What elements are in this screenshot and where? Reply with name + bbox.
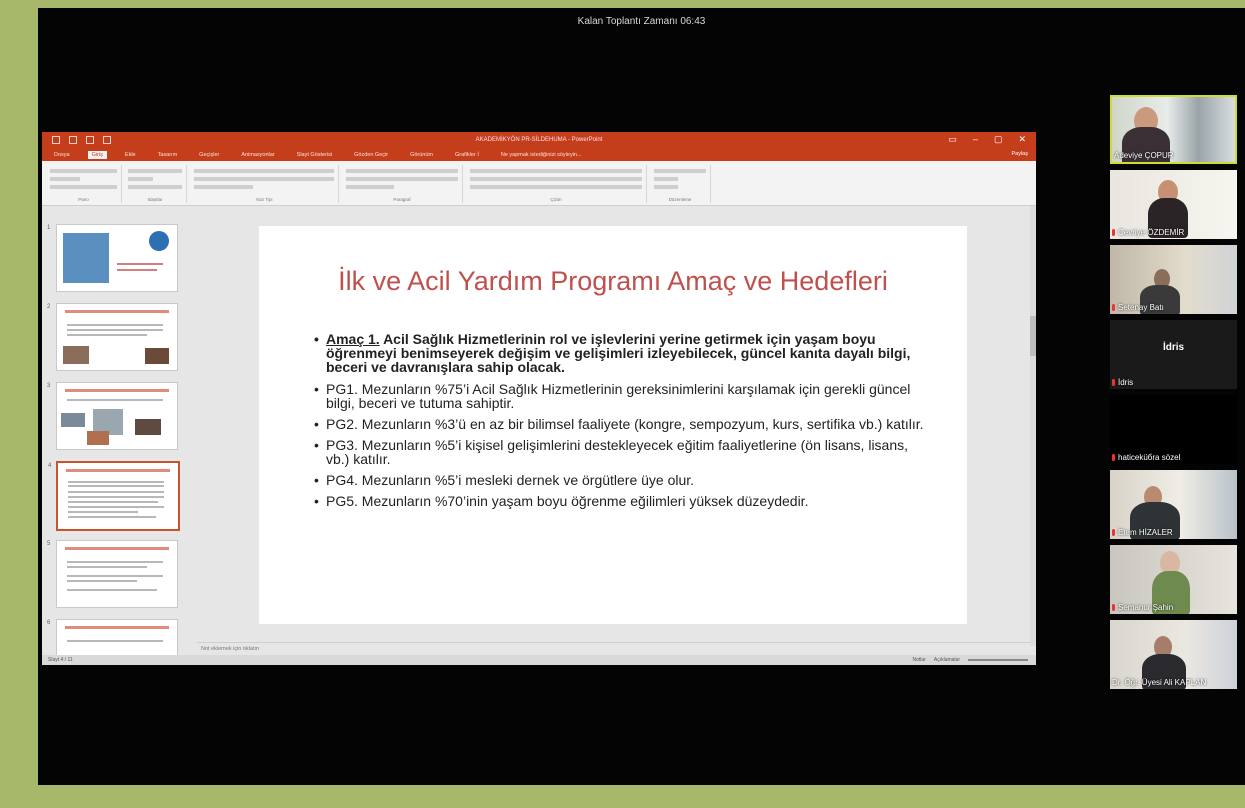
scrollbar-thumb[interactable]	[1030, 316, 1036, 356]
participant-tile[interactable]: Etem HİZALER	[1110, 470, 1237, 539]
slide-counter: Slayt 4 / 11	[48, 657, 73, 663]
status-bar: Slayt 4 / 11 Notlar Açıklamalar	[42, 655, 1036, 665]
powerpoint-window: AKADEMİKYÖN PR-SİLDEHUMA - PowerPoint ▭ …	[42, 132, 1036, 665]
ribbon-group-editing[interactable]: Düzenleme	[650, 165, 711, 203]
ribbon: Pano Slaytlar Yazı Tipi Paragraf Çizim D…	[42, 161, 1036, 206]
goal-bullet: Amaç 1. Acil Sağlık Hizmetlerinin rol ve…	[314, 332, 934, 374]
ribbon-options-icon[interactable]: ▭	[948, 134, 957, 145]
meeting-stage: Kalan Toplantı Zamanı 06:43 AKADEMİKYÖN …	[38, 8, 1245, 785]
tab-design[interactable]: Tasarım	[154, 151, 182, 159]
bullet-item: PG5. Mezunların %70’inin yaşam boyu öğre…	[314, 494, 934, 508]
tab-view[interactable]: Görünüm	[406, 151, 437, 159]
muted-mic-icon	[1112, 379, 1115, 386]
participant-name: Setenay Batı	[1112, 303, 1164, 312]
participant-tile[interactable]: haticeküбra sözel	[1110, 395, 1237, 464]
slide-title: İlk ve Acil Yardım Programı Amaç ve Hede…	[338, 266, 888, 296]
muted-mic-icon	[1112, 604, 1115, 611]
muted-mic-icon	[1112, 529, 1115, 536]
participant-name: Semanur Şahin	[1112, 603, 1173, 612]
zoom-slider[interactable]	[968, 659, 1028, 661]
participant-avatar-name: İdris	[1162, 342, 1185, 353]
ribbon-tabs: Dosya Giriş Ekle Tasarım Geçişler Animas…	[42, 149, 1036, 161]
bullet-item: PG2. Mezunların %3’ü en az bir bilimsel …	[314, 417, 934, 431]
slide-thumbnail-selected[interactable]: 4	[48, 461, 180, 531]
ppt-titlebar: AKADEMİKYÖN PR-SİLDEHUMA - PowerPoint ▭ …	[42, 132, 1036, 149]
tab-slideshow[interactable]: Slayt Gösterisi	[293, 151, 336, 159]
muted-mic-icon	[1112, 454, 1115, 461]
tab-insert[interactable]: Ekle	[121, 151, 140, 159]
notes-button[interactable]: Notlar	[913, 657, 926, 663]
minimize-icon[interactable]: –	[973, 134, 978, 145]
bullet-item: PG4. Mezunların %5’i mesleki dernek ve ö…	[314, 473, 934, 487]
participant-name: Dr. Öğr. Üyesi Ali KAPLAN	[1112, 678, 1207, 687]
participant-name: Cevriye ÖZDEMİR	[1112, 228, 1184, 237]
bullet-item: PG3. Mezunların %5’i kişisel gelişimleri…	[314, 438, 934, 466]
ribbon-group-drawing[interactable]: Çizim	[466, 165, 647, 203]
participant-name: İdris	[1112, 378, 1133, 387]
notes-pane[interactable]: Not eklemek için tıklatın	[197, 642, 1031, 656]
muted-mic-icon	[1112, 304, 1115, 311]
participant-tile[interactable]: İdris İdris	[1110, 320, 1237, 389]
tab-file[interactable]: Dosya	[50, 151, 74, 159]
participant-name: Etem HİZALER	[1112, 528, 1173, 537]
slide-thumbnail[interactable]: 5	[47, 540, 178, 608]
slide-thumbnail-pane: 1 2 3 4 5 6	[42, 206, 192, 665]
ribbon-group-slides[interactable]: Slaytlar	[124, 165, 187, 203]
muted-mic-icon	[1112, 229, 1115, 236]
ribbon-group-font[interactable]: Yazı Tipi	[190, 165, 339, 203]
participant-tile[interactable]: Setenay Batı	[1110, 245, 1237, 314]
share-button[interactable]: Paylaş	[1011, 151, 1028, 157]
participant-name: Adeviye ÇOPUR	[1114, 151, 1174, 160]
bullet-item: PG1. Mezunların %75’i Acil Sağlık Hizmet…	[314, 382, 934, 410]
meeting-time-remaining: Kalan Toplantı Zamanı 06:43	[577, 16, 706, 27]
slide-scrollbar[interactable]	[1030, 206, 1036, 646]
slide-bullet-list: Amaç 1. Acil Sağlık Hizmetlerinin rol ve…	[314, 332, 934, 515]
slide-thumbnail[interactable]: 1	[47, 224, 178, 292]
tab-home[interactable]: Giriş	[87, 151, 107, 159]
slide-thumbnail[interactable]: 3	[47, 382, 178, 450]
slide-canvas[interactable]: İlk ve Acil Yardım Programı Amaç ve Hede…	[259, 226, 967, 624]
participant-tile[interactable]: Cevriye ÖZDEMİR	[1110, 170, 1237, 239]
tab-graphics[interactable]: Grafikler İ	[451, 151, 483, 159]
participant-tile[interactable]: Dr. Öğr. Üyesi Ali KAPLAN	[1110, 620, 1237, 689]
comments-button[interactable]: Açıklamalar	[934, 657, 960, 663]
tab-review[interactable]: Gözden Geçir	[350, 151, 392, 159]
participant-tile[interactable]: Adeviye ÇOPUR	[1110, 95, 1237, 164]
tab-transitions[interactable]: Geçişler	[195, 151, 223, 159]
window-controls: ▭ – ▢ ✕	[948, 134, 1026, 145]
maximize-icon[interactable]: ▢	[994, 134, 1003, 145]
document-title: AKADEMİKYÖN PR-SİLDEHUMA - PowerPoint	[475, 137, 603, 143]
participant-tile[interactable]: Semanur Şahin	[1110, 545, 1237, 614]
slide-thumbnail[interactable]: 2	[47, 303, 178, 371]
ribbon-group-paragraph[interactable]: Paragraf	[342, 165, 463, 203]
participant-name: haticeküбra sözel	[1112, 453, 1180, 462]
close-icon[interactable]: ✕	[1018, 134, 1026, 145]
ribbon-group-clipboard[interactable]: Pano	[46, 165, 122, 203]
tell-me-search[interactable]: Ne yapmak istediğinizi söyleyin...	[497, 151, 586, 159]
tab-animations[interactable]: Animasyonlar	[237, 151, 278, 159]
